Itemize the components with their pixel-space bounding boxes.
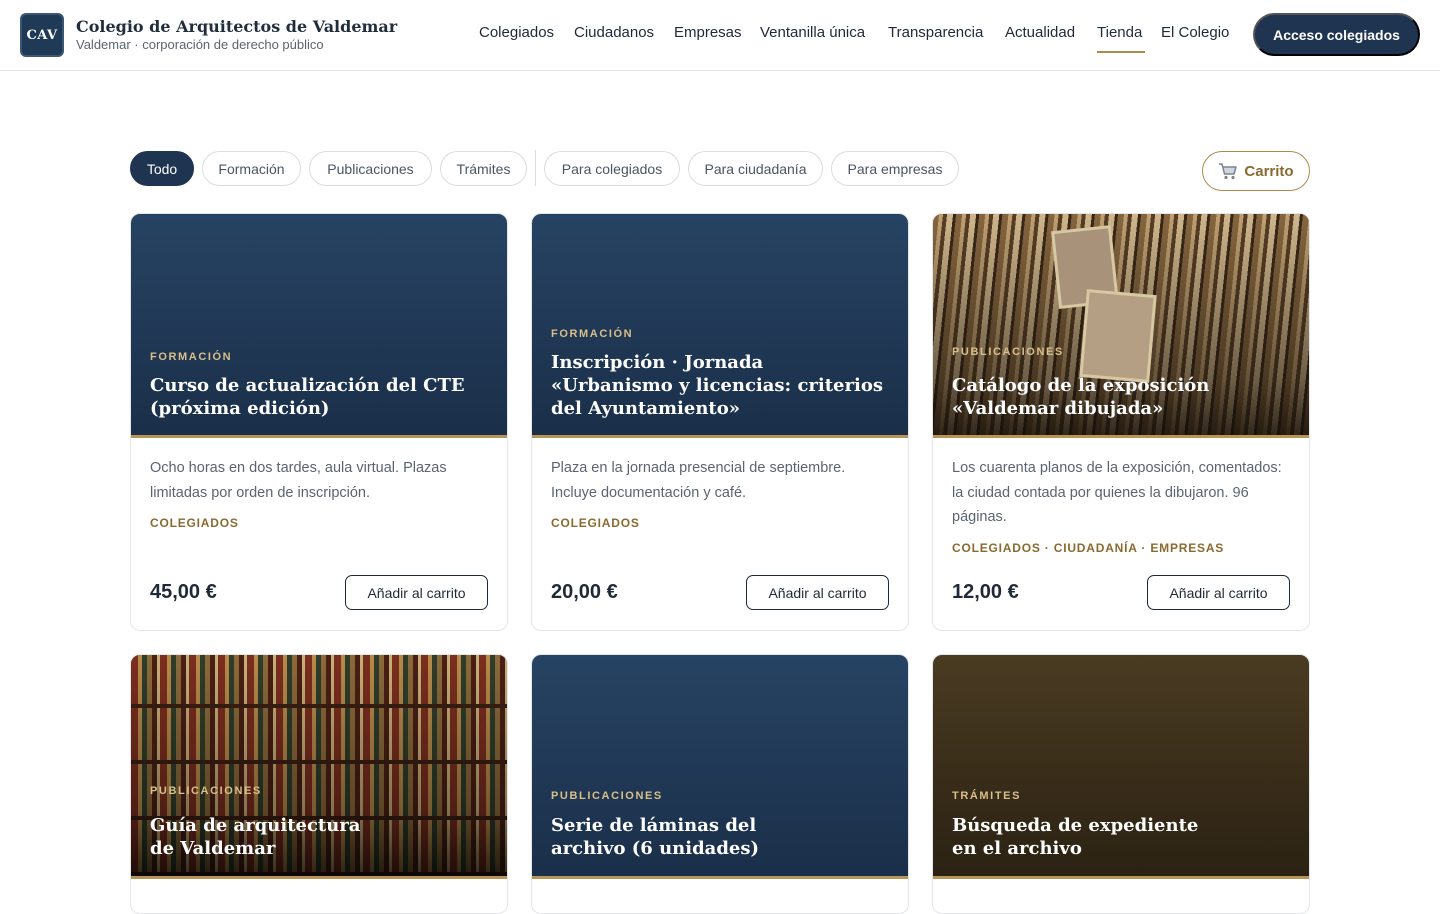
card-title[interactable]: Guía de arquitectura de Valdemar <box>150 814 380 860</box>
product-card: FORMACIÓN Inscripción · Jornada «Urbanis… <box>531 213 909 631</box>
card-audience: COLEGIADOS <box>551 516 640 530</box>
product-card: PUBLICACIONES Serie de láminas del archi… <box>531 654 909 914</box>
product-card: FORMACIÓN Curso de actualización del CTE… <box>130 213 508 631</box>
product-card: TRÁMITES Búsqueda de expediente en el ar… <box>932 654 1310 914</box>
product-card: PUBLICACIONES Catálogo de la exposición … <box>932 213 1310 631</box>
nav-item-ventanilla[interactable]: Ventanilla única <box>760 24 865 41</box>
add-to-cart-button[interactable]: Añadir al carrito <box>746 575 889 610</box>
card-description: Plaza en la jornada presencial de septie… <box>551 460 846 501</box>
card-title[interactable]: Inscripción · Jornada «Urbanismo y licen… <box>551 351 891 420</box>
card-image: PUBLICACIONES Catálogo de la exposición … <box>933 214 1309 438</box>
nav-item-tienda[interactable]: Tienda <box>1097 24 1142 41</box>
card-category: PUBLICACIONES <box>551 790 663 802</box>
card-image: PUBLICACIONES Guía de arquitectura de Va… <box>131 655 507 879</box>
site-header: CAV Colegio de Arquitectos de Valdemar V… <box>0 0 1440 71</box>
card-title[interactable]: Serie de láminas del archivo (6 unidades… <box>551 814 781 860</box>
filter-divider <box>535 150 536 186</box>
logo[interactable]: CAV <box>20 13 64 57</box>
brand-subtitle: Valdemar · corporación de derecho públic… <box>76 37 324 52</box>
card-category: FORMACIÓN <box>551 328 634 340</box>
product-card: PUBLICACIONES Guía de arquitectura de Va… <box>130 654 508 914</box>
nav-item-empresas[interactable]: Empresas <box>674 24 742 41</box>
filter-chip-todo[interactable]: Todo <box>130 151 194 186</box>
nav-item-ciudadanos[interactable]: Ciudadanos <box>574 24 654 41</box>
nav-active-underline <box>1097 51 1145 53</box>
card-category: PUBLICACIONES <box>952 346 1064 358</box>
card-image: TRÁMITES Búsqueda de expediente en el ar… <box>933 655 1309 879</box>
card-title[interactable]: Catálogo de la exposición «Valdemar dibu… <box>952 374 1292 420</box>
filter-chip-formacion[interactable]: Formación <box>202 151 301 186</box>
card-audience: COLEGIADOS <box>150 516 239 530</box>
filter-chip-ciudadania[interactable]: Para ciudadanía <box>688 151 823 186</box>
cart-label: Carrito <box>1244 162 1294 180</box>
card-category: FORMACIÓN <box>150 351 233 363</box>
filter-chip-tramites[interactable]: Trámites <box>440 151 527 186</box>
card-category: TRÁMITES <box>952 790 1022 802</box>
card-title[interactable]: Curso de actualización del CTE (próxima … <box>150 374 490 420</box>
card-price: 20,00 € <box>551 581 618 603</box>
filter-chip-empresas[interactable]: Para empresas <box>831 151 959 186</box>
card-description: Ocho horas en dos tardes, aula virtual. … <box>150 460 447 501</box>
card-description: Los cuarenta planos de la exposición, co… <box>952 460 1282 525</box>
cart-button[interactable]: Carrito <box>1202 151 1310 191</box>
cart-icon <box>1219 163 1238 180</box>
card-audience: COLEGIADOS · CIUDADANÍA · EMPRESAS <box>952 541 1225 555</box>
nav-item-transparencia[interactable]: Transparencia <box>888 24 983 41</box>
card-price: 12,00 € <box>952 581 1019 603</box>
login-button[interactable]: Acceso colegiados <box>1253 13 1420 56</box>
card-price: 45,00 € <box>150 581 217 603</box>
card-image: FORMACIÓN Curso de actualización del CTE… <box>131 214 507 438</box>
photo-print <box>1079 289 1157 383</box>
card-title[interactable]: Búsqueda de expediente en el archivo <box>952 814 1212 860</box>
filter-chip-publicaciones[interactable]: Publicaciones <box>309 151 432 186</box>
nav-item-colegiados[interactable]: Colegiados <box>479 24 554 41</box>
nav-item-actualidad[interactable]: Actualidad <box>1005 24 1075 41</box>
card-image: FORMACIÓN Inscripción · Jornada «Urbanis… <box>532 214 908 438</box>
card-image: PUBLICACIONES Serie de láminas del archi… <box>532 655 908 879</box>
filter-chip-colegiados[interactable]: Para colegiados <box>544 151 680 186</box>
add-to-cart-button[interactable]: Añadir al carrito <box>1147 575 1290 610</box>
brand-title[interactable]: Colegio de Arquitectos de Valdemar <box>76 17 397 36</box>
nav-item-el-colegio[interactable]: El Colegio <box>1161 24 1229 41</box>
add-to-cart-button[interactable]: Añadir al carrito <box>345 575 488 610</box>
card-category: PUBLICACIONES <box>150 785 262 797</box>
